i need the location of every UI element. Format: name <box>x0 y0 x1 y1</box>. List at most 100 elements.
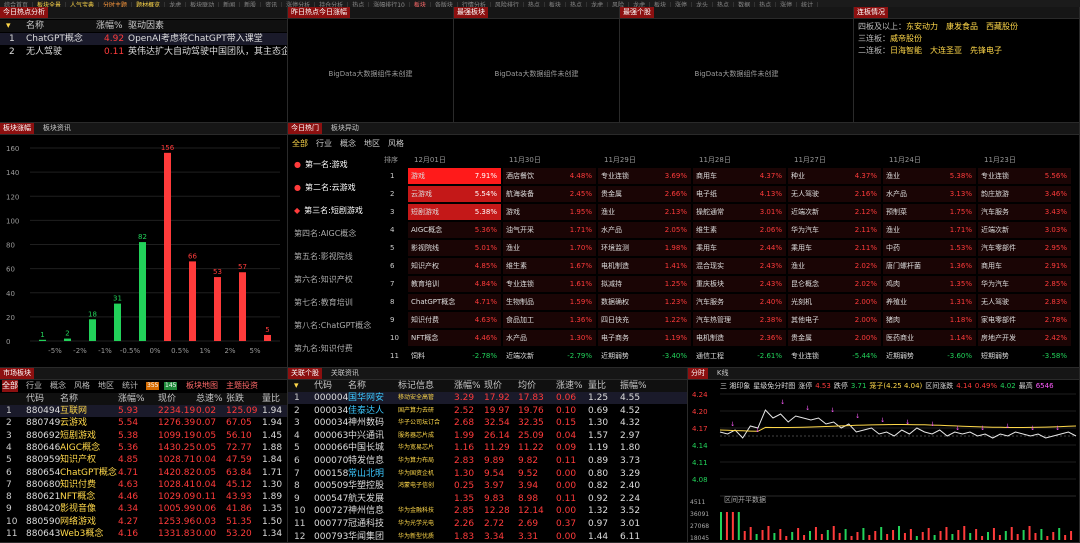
sector-cell[interactable]: 云游戏 5.54% <box>408 186 501 202</box>
sector-tab[interactable]: 地区 <box>98 380 114 392</box>
lianban-stock[interactable]: 日海智能 <box>890 46 922 55</box>
table-row[interactable]: 12 000793 华闻集团 华为新型优质 1.83 3.34 3.31 0.00 1.44 6.… <box>288 531 687 542</box>
column-header[interactable]: 总速% <box>196 393 223 405</box>
tab-hot-today[interactable]: 今日热门 <box>288 123 322 134</box>
sector-cell[interactable]: 渔业 2.13% <box>598 204 691 220</box>
table-row[interactable]: 4 000063 中兴通讯 服务器芯片成 1.99 26.14 25.09 0.04 1.57 2… <box>288 430 687 442</box>
sector-cell[interactable]: 食品加工 1.36% <box>503 312 596 328</box>
sector-cell[interactable]: 知识付费 4.63% <box>408 312 501 328</box>
sector-cell[interactable]: 近期弱势 -3.40% <box>598 348 691 364</box>
table-row[interactable]: 11 000777 冠通科技 华为光学光电 2.26 2.72 2.69 0.37 0.97 3.… <box>288 518 687 530</box>
col-reason[interactable]: 驱动因素 <box>128 20 164 32</box>
table-row[interactable]: 5 000066 中国长城 华为宽易芯片 1.16 11.29 11.22 0.09 1.19 1… <box>288 442 687 454</box>
sector-cell[interactable]: 华为汽车 2.11% <box>788 222 881 238</box>
sector-cell[interactable]: 汽车零部件 2.95% <box>978 240 1071 256</box>
column-header[interactable]: 代码 <box>314 380 332 392</box>
sector-cell[interactable]: 电机制造 2.36% <box>693 330 786 346</box>
sector-cell[interactable]: 渔业 2.02% <box>788 258 881 274</box>
sector-cell[interactable]: 维生素 2.06% <box>693 222 786 238</box>
sector-cell[interactable]: 拟减持 1.25% <box>598 276 691 292</box>
sector-cell[interactable]: 光刻机 2.00% <box>788 294 881 310</box>
sector-cell[interactable]: 汽车热管理 2.38% <box>693 312 786 328</box>
collapse-icon[interactable]: ▾ <box>294 380 299 392</box>
sector-cell[interactable]: 唐门螺杆菌 1.36% <box>883 258 976 274</box>
hot-rank-item[interactable]: 第七名:教育培训 <box>294 291 353 314</box>
column-header[interactable]: 现价 <box>158 393 176 405</box>
hot-rank-item[interactable]: 第八名:ChatGPT概念 <box>294 314 371 337</box>
sector-cell[interactable]: 操舵通常 3.01% <box>693 204 786 220</box>
sector-cell[interactable]: 鸡肉 1.35% <box>883 276 976 292</box>
hot-rank-item[interactable]: 第四名:AIGC概念 <box>294 222 356 245</box>
table-row[interactable]: 7 880680 知识付费 4.63 1028.41 0.04 45.12 1.30 <box>0 479 287 491</box>
sector-cell[interactable]: 预制菜 1.75% <box>883 204 976 220</box>
hot-rank-item[interactable]: 第六名:知识产权 <box>294 268 353 291</box>
sector-cell[interactable]: 专业连锁 3.69% <box>598 168 691 184</box>
sector-cell[interactable]: 水产品 1.30% <box>503 330 596 346</box>
sector-cell[interactable]: 家电零部件 2.78% <box>978 312 1071 328</box>
sector-cell[interactable]: 中药 1.53% <box>883 240 976 256</box>
filter-tab[interactable]: 风格 <box>388 138 404 149</box>
table-row[interactable]: 1 880494 互联网 5.93 2234.19 0.02 125.09 1.94 <box>0 405 287 417</box>
sector-cell[interactable]: 房地产开发 2.42% <box>978 330 1071 346</box>
column-header[interactable]: 名称 <box>60 393 78 405</box>
sector-cell[interactable]: 昆仑概念 2.02% <box>788 276 881 292</box>
table-row[interactable]: 7 000158 常山北明 华为国资企机 1.30 9.54 9.52 0.00 0.80 3.2… <box>288 468 687 480</box>
col-name[interactable]: 名称 <box>26 20 44 32</box>
sector-cell[interactable]: 猪肉 1.18% <box>883 312 976 328</box>
sector-cell[interactable]: 渔业 1.71% <box>883 222 976 238</box>
sector-cell[interactable]: 知识产权 4.85% <box>408 258 501 274</box>
table-row[interactable]: 10 880590 网络游戏 4.27 1253.96 0.03 51.35 1.50 <box>0 516 287 528</box>
sector-tab[interactable]: 风格 <box>74 380 90 392</box>
column-header[interactable]: 量比 <box>588 380 606 392</box>
sector-cell[interactable]: 饲料 -2.78% <box>408 348 501 364</box>
table-row[interactable]: 2 000034 佳泰达人 国产算力去研 2.52 19.97 19.76 0.10 0.69 4… <box>288 405 687 417</box>
collapse-icon[interactable]: ▾ <box>6 20 11 32</box>
sector-cell[interactable]: 近期弱势 -3.60% <box>883 348 976 364</box>
table-row[interactable]: 5 880959 知识产权 4.85 1028.71 0.04 47.59 1.84 <box>0 454 287 466</box>
sector-cell[interactable]: 种业 4.37% <box>788 168 881 184</box>
sector-cell[interactable]: 医药商业 1.14% <box>883 330 976 346</box>
sector-cell[interactable]: 四日快充 1.22% <box>598 312 691 328</box>
sector-cell[interactable]: 专业连锁 1.61% <box>503 276 596 292</box>
sector-tab[interactable]: 板块地图 <box>186 380 218 392</box>
tab-kline[interactable]: K线 <box>717 369 729 377</box>
sector-cell[interactable]: 维生素 1.67% <box>503 258 596 274</box>
sector-cell[interactable]: 教育培训 4.84% <box>408 276 501 292</box>
sector-cell[interactable]: 近端次新 -2.79% <box>503 348 596 364</box>
filter-tab[interactable]: 行业 <box>316 138 332 149</box>
column-header[interactable]: 涨幅% <box>454 380 481 392</box>
hot-today-title[interactable]: 今日热点分析 <box>0 7 48 18</box>
sector-cell[interactable]: 乘用车 2.11% <box>788 240 881 256</box>
column-header[interactable]: 代码 <box>26 393 44 405</box>
lianban-stock[interactable]: 威帝股份 <box>890 34 922 43</box>
column-header[interactable]: 张跌 <box>226 393 244 405</box>
sector-cell[interactable]: 环境监测 1.98% <box>598 240 691 256</box>
sector-tab[interactable]: 概念 <box>50 380 66 392</box>
sector-cell[interactable]: 无人驾驶 2.16% <box>788 186 881 202</box>
sector-tab[interactable]: 全部 <box>2 380 18 392</box>
sector-cell[interactable]: 渔业 5.38% <box>883 168 976 184</box>
column-header[interactable]: 标记信息 <box>398 380 434 392</box>
column-header[interactable]: 名称 <box>348 380 366 392</box>
column-header[interactable]: 涨幅% <box>118 393 145 405</box>
hot-rank-item[interactable]: 第九名:知识付费 <box>294 337 353 360</box>
sector-cell[interactable]: 游戏 1.95% <box>503 204 596 220</box>
tab-related-stocks[interactable]: 关联个股 <box>288 368 322 379</box>
column-header[interactable]: 振幅% <box>620 380 647 392</box>
col-change[interactable]: 涨幅% <box>96 20 123 32</box>
tab-sector-news[interactable]: 板块资讯 <box>43 124 71 132</box>
sector-cell[interactable]: 生物制品 1.59% <box>503 294 596 310</box>
sector-cell[interactable]: 水产品 2.05% <box>598 222 691 238</box>
sector-cell[interactable]: 养殖业 1.31% <box>883 294 976 310</box>
column-header[interactable]: 涨速% <box>556 380 583 392</box>
sector-tab[interactable]: 行业 <box>26 380 42 392</box>
filter-tab[interactable]: 地区 <box>364 138 380 149</box>
lianban-stock[interactable]: 大连圣亚 <box>930 46 962 55</box>
panel-title[interactable]: 昨日热点今日涨幅 <box>288 7 350 18</box>
table-row[interactable]: 8 000509 华塑控股 鸿蒙电子信创 0.25 3.97 3.94 0.00 0.82 2.4… <box>288 480 687 492</box>
table-row[interactable]: 6 000070 特发信息 华为算力布局 2.83 9.89 9.82 0.11 0.89 3.7… <box>288 455 687 467</box>
filter-tab[interactable]: 概念 <box>340 138 356 149</box>
table-row[interactable]: 8 880621 NFT概念 4.46 1029.09 0.11 43.93 1.89 <box>0 491 287 503</box>
filter-tab[interactable]: 全部 <box>292 138 308 149</box>
sector-cell[interactable]: 汽车服务 3.43% <box>978 204 1071 220</box>
